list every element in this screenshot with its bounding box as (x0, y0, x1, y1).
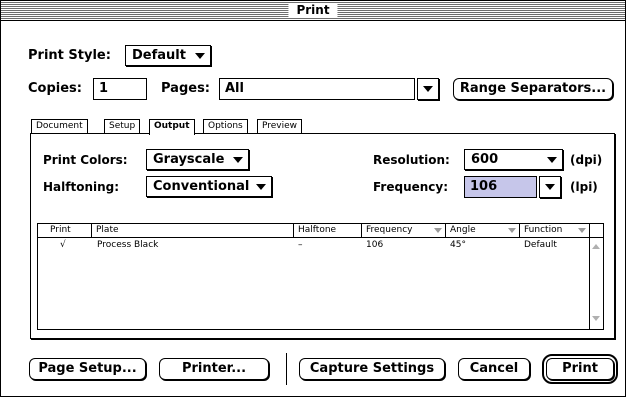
pages-label: Pages: (161, 81, 211, 96)
chevron-down-icon (256, 184, 266, 190)
halftoning-value: Conventional (153, 179, 250, 194)
chevron-down-icon (423, 86, 433, 92)
print-dialog: Print Print Style: Default Copies: 1 Pag… (0, 0, 626, 397)
frequency-dropdown-button[interactable] (539, 176, 561, 198)
resolution-label: Resolution: (373, 153, 450, 167)
tab-output[interactable]: Output (149, 119, 195, 135)
window-title: Print (288, 3, 338, 18)
copies-value: 1 (99, 81, 109, 96)
column-header-function[interactable]: Function (520, 224, 590, 238)
sort-arrow-icon (508, 228, 516, 233)
copies-field[interactable]: 1 (93, 78, 147, 100)
print-style-popup[interactable]: Default (125, 45, 211, 66)
chevron-down-icon (233, 157, 243, 163)
scroll-down-arrow-icon[interactable] (592, 316, 600, 321)
printer-button[interactable]: Printer... (159, 358, 269, 380)
cell-function[interactable]: Default (524, 239, 557, 252)
halftoning-popup[interactable]: Conventional (146, 176, 272, 197)
cell-plate: Process Black (97, 240, 159, 250)
tab-document[interactable]: Document (31, 119, 88, 134)
table-row[interactable]: √ Process Black – 106 45° Default (38, 239, 590, 253)
range-separators-button[interactable]: Range Separators... (453, 78, 613, 100)
frequency-field[interactable]: 106 (464, 176, 537, 198)
tab-preview[interactable]: Preview (257, 119, 303, 134)
sort-arrow-icon (434, 228, 442, 233)
resolution-popup[interactable]: 600 (464, 149, 563, 170)
print-button[interactable]: Print (542, 354, 618, 384)
print-colors-value: Grayscale (153, 152, 225, 167)
frequency-label: Frequency: (373, 180, 449, 194)
chevron-down-icon (547, 157, 557, 163)
chevron-down-icon (195, 53, 205, 59)
button-divider (286, 353, 287, 385)
tab-options[interactable]: Options (203, 119, 248, 134)
print-colors-popup[interactable]: Grayscale (146, 149, 249, 170)
column-header-print[interactable]: Print (38, 224, 92, 238)
halftoning-label: Halftoning: (43, 180, 120, 194)
resolution-value: 600 (471, 152, 499, 167)
tab-setup[interactable]: Setup (104, 119, 141, 134)
scroll-up-arrow-icon[interactable] (592, 244, 600, 249)
cell-angle[interactable]: 45° (450, 239, 466, 252)
table-header: Print Plate Halftone Frequency Angle Fun… (38, 224, 590, 238)
page-setup-button[interactable]: Page Setup... (29, 358, 146, 380)
plates-table[interactable]: Print Plate Halftone Frequency Angle Fun… (37, 223, 604, 330)
sort-arrow-icon (578, 228, 586, 233)
chevron-down-icon (545, 184, 555, 190)
copies-label: Copies: (28, 81, 82, 96)
frequency-value: 106 (470, 179, 498, 194)
pages-value: All (225, 81, 244, 96)
resolution-unit: (dpi) (570, 153, 603, 167)
print-colors-label: Print Colors: (43, 153, 128, 167)
table-scrollbar[interactable] (589, 224, 603, 329)
cell-print-checkmark[interactable]: √ (60, 239, 66, 252)
column-header-angle[interactable]: Angle (446, 224, 520, 238)
cell-halftone[interactable]: – (298, 239, 303, 252)
frequency-unit: (lpi) (570, 180, 598, 194)
column-header-halftone[interactable]: Halftone (294, 224, 362, 238)
print-style-value: Default (132, 48, 186, 63)
capture-settings-button[interactable]: Capture Settings (299, 358, 445, 380)
column-header-frequency[interactable]: Frequency (362, 224, 446, 238)
cell-frequency[interactable]: 106 (366, 239, 383, 252)
cancel-button[interactable]: Cancel (458, 358, 530, 380)
pages-dropdown-button[interactable] (417, 78, 439, 100)
title-bar[interactable]: Print (1, 1, 625, 21)
column-header-plate[interactable]: Plate (92, 224, 294, 238)
print-style-label: Print Style: (28, 48, 111, 63)
pages-field[interactable]: All (219, 78, 415, 100)
